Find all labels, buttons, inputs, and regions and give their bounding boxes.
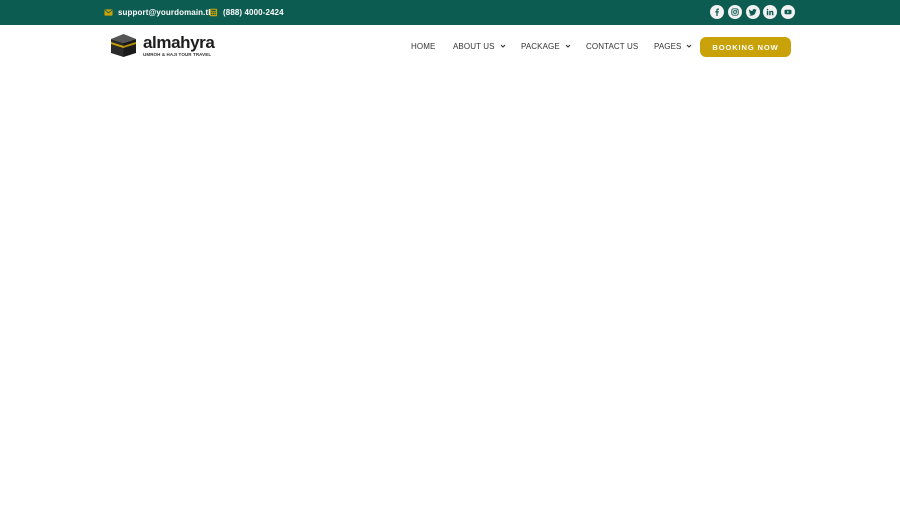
- top-bar: support@yourdomain.tld (888) 4000-2424: [0, 0, 900, 25]
- email-text: support@yourdomain.tld: [118, 8, 216, 17]
- nav-contact-us-label: CONTACT US: [586, 41, 639, 51]
- linkedin-icon: [767, 8, 774, 16]
- nav-package-label: PACKAGE: [521, 41, 560, 51]
- phone-contact[interactable]: (888) 4000-2424: [209, 0, 284, 25]
- instagram-icon: [731, 8, 739, 16]
- social-links: [710, 5, 799, 19]
- facebook-icon: [715, 8, 719, 16]
- chevron-down-icon: [565, 44, 571, 48]
- logo-name: almahyra: [143, 33, 215, 52]
- chevron-down-icon: [500, 44, 505, 48]
- page-content-area: [0, 67, 900, 517]
- linkedin-link[interactable]: [763, 5, 778, 19]
- youtube-icon: [784, 9, 792, 15]
- main-navbar: almahyra UMROH & HAJI TOUR TRAVEL HOME A…: [0, 25, 900, 67]
- email-contact[interactable]: support@yourdomain.tld: [104, 0, 216, 25]
- chevron-down-icon: [687, 44, 692, 48]
- facebook-link[interactable]: [710, 5, 724, 19]
- nav-package[interactable]: PACKAGE: [521, 25, 571, 67]
- kaaba-logo-icon: [111, 34, 136, 57]
- instagram-link[interactable]: [727, 5, 742, 19]
- twitter-link[interactable]: [745, 5, 760, 19]
- nav-about-us-label: ABOUT US: [453, 41, 495, 51]
- logo-text: almahyra UMROH & HAJI TOUR TRAVEL: [143, 33, 215, 57]
- nav-home[interactable]: HOME: [411, 25, 435, 67]
- site-logo[interactable]: almahyra UMROH & HAJI TOUR TRAVEL: [109, 33, 215, 58]
- logo-tagline: UMROH & HAJI TOUR TRAVEL: [143, 52, 212, 57]
- phone-text: (888) 4000-2424: [223, 8, 284, 17]
- phone-icon: [209, 8, 218, 17]
- booking-now-button[interactable]: BOOKING NOW: [700, 37, 791, 57]
- mail-icon: [104, 9, 113, 16]
- nav-pages-label: PAGES: [654, 41, 682, 51]
- youtube-link[interactable]: [781, 5, 796, 19]
- nav-contact-us[interactable]: CONTACT US: [586, 25, 638, 67]
- twitter-icon: [748, 9, 757, 16]
- nav-pages[interactable]: PAGES: [654, 25, 692, 67]
- nav-about-us[interactable]: ABOUT US: [453, 25, 506, 67]
- nav-home-label: HOME: [411, 41, 436, 51]
